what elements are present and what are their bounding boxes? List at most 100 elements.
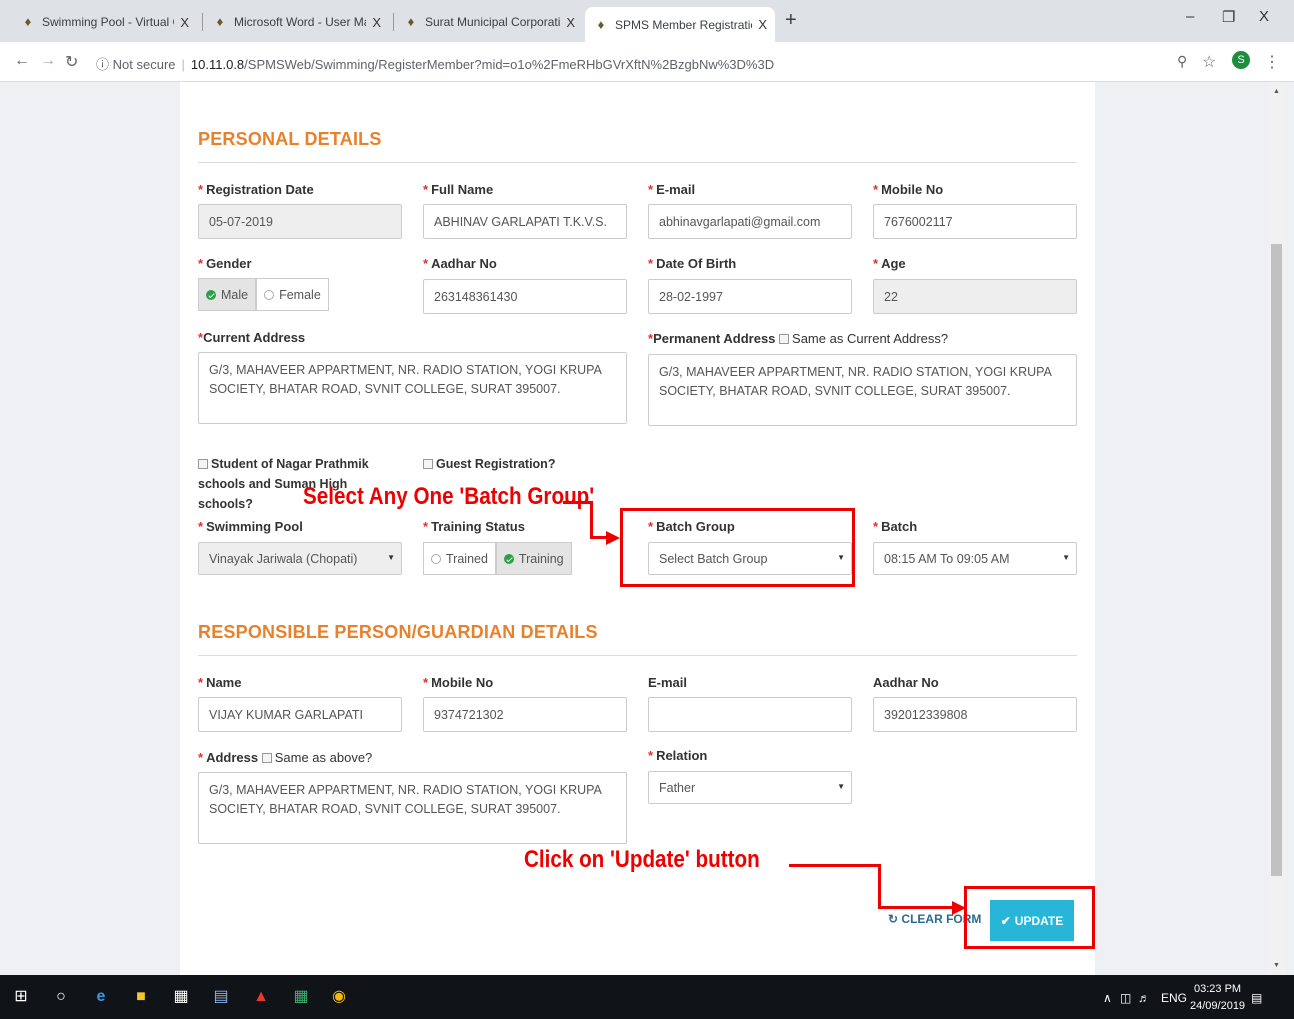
guardian-email-label: E-mail [648,675,688,690]
guardian-name-input[interactable]: VIJAY KUMAR GARLAPATI [198,697,402,732]
gender-male-radio[interactable]: Male [198,278,257,311]
maximize-icon[interactable]: ❐ [1222,8,1235,26]
aadhar-label: * Aadhar No [423,256,497,271]
tab-close-icon[interactable]: X [180,15,189,30]
same-as-above-checkbox[interactable] [261,753,272,763]
guest-checkbox-label[interactable]: Guest Registration? [423,454,555,474]
radio-checked-icon [503,553,514,564]
scrollbar-thumb[interactable] [1271,244,1282,876]
student-checkbox[interactable] [198,459,208,469]
full-name-input[interactable]: ABHINAV GARLAPATI T.K.V.S. [423,204,627,239]
system-clock[interactable]: 03:23 PM 24/09/2019 [1190,981,1245,1015]
tab-close-icon[interactable]: X [372,15,381,30]
swimming-pool-label: * Swimming Pool [198,519,303,534]
batch-group-highlight [620,508,855,587]
current-address-label: *Current Address [198,330,306,345]
browser-tab-active[interactable]: ♦ SPMS Member Registration :: Sur X [585,7,775,42]
same-address-checkbox[interactable] [779,334,790,344]
batch-select[interactable]: 08:15 AM To 09:05 AM ▼ [873,542,1077,575]
site-favicon-icon: ♦ [407,14,415,29]
permanent-address-label: *Permanent Address Same as Current Addre… [648,331,949,346]
edge-browser-icon[interactable]: e [90,986,112,1008]
mobile-label: * Mobile No [873,182,944,197]
permanent-address-textarea[interactable]: G/3, MAHAVEER APPARTMENT, NR. RADIO STAT… [648,354,1077,426]
zoom-icon[interactable]: ⚲ [1177,53,1187,70]
browser-tab-3[interactable]: ♦ Surat Municipal Corporation - Ap X [395,7,583,37]
forward-arrow-icon[interactable]: → [40,52,56,70]
batch-label: * Batch [873,519,918,534]
radio-unchecked-icon [431,553,441,564]
training-radio[interactable]: Training [495,542,572,575]
training-status-label: * Training Status [423,519,525,534]
network-icon[interactable]: ◫ [1120,991,1131,1005]
chrome-browser-icon[interactable]: ◉ [328,986,350,1008]
browser-tab-1[interactable]: ♦ Swimming Pool - Virtual Civic Ce X [12,7,197,37]
dob-input[interactable]: 28-02-1997 [648,279,852,314]
tab-title: Swimming Pool - Virtual Civic Ce [42,15,174,29]
back-arrow-icon[interactable]: ← [14,52,30,70]
swimming-pool-select[interactable]: Vinayak Jariwala (Chopati) ▼ [198,542,402,575]
scroll-up-icon[interactable]: ▲ [1273,88,1280,95]
annotation-line [590,501,593,539]
url-path: /SPMSWeb/Swimming/RegisterMember?mid=o1o… [244,57,775,72]
dropdown-arrow-icon: ▼ [1062,553,1070,562]
volume-icon[interactable]: ♬ [1138,991,1150,1005]
divider [198,655,1077,656]
tab-title: Microsoft Word - User Manual fo [234,15,366,29]
language-indicator[interactable]: ENG [1161,991,1187,1005]
windows-start-icon[interactable]: ⊞ [10,986,32,1008]
minimize-icon[interactable]: – [1186,8,1194,25]
email-input[interactable]: abhinavgarlapati@gmail.com [648,204,852,239]
annotation-line [878,906,954,909]
guardian-mobile-input[interactable]: 9374721302 [423,697,627,732]
relation-select[interactable]: Father ▼ [648,771,852,804]
profile-avatar[interactable]: S [1232,51,1250,69]
url-field[interactable]: ⓘ Not secure | 10.11.0.8/SPMSWeb/Swimming/… [96,54,774,73]
site-favicon-icon: ♦ [24,14,32,29]
calculator-icon[interactable]: ▦ [170,986,192,1008]
site-favicon-icon: ♦ [597,16,605,32]
tab-title: SPMS Member Registration :: Sur [615,17,752,32]
new-tab-button[interactable]: + [785,9,797,32]
tab-close-icon[interactable]: X [758,17,767,32]
browser-tab-2[interactable]: ♦ Microsoft Word - User Manual fo X [204,7,389,37]
training-status-radio-group: Trained Training [423,542,572,575]
security-status: Not secure [112,57,176,72]
tray-expand-icon[interactable]: ∧ [1103,991,1112,1005]
guest-checkbox[interactable] [423,459,433,469]
guardian-address-textarea[interactable]: G/3, MAHAVEER APPARTMENT, NR. RADIO STAT… [198,772,627,844]
mobile-input[interactable]: 7676002117 [873,204,1077,239]
tab-title: Surat Municipal Corporation - Ap [425,15,561,29]
current-address-textarea[interactable]: G/3, MAHAVEER APPARTMENT, NR. RADIO STAT… [198,352,627,424]
site-favicon-icon: ♦ [216,14,224,29]
gender-female-radio[interactable]: Female [256,278,329,311]
scroll-down-icon[interactable]: ▼ [1273,962,1280,969]
gender-radio-group: Male Female [198,278,329,311]
annotation-line [878,864,881,909]
trained-radio[interactable]: Trained [423,542,496,575]
guardian-aadhar-input[interactable]: 392012339808 [873,697,1077,732]
word-app-icon[interactable]: ▤ [210,986,232,1008]
clock-time: 03:23 PM [1193,983,1242,995]
info-icon[interactable]: ⓘ [96,57,109,72]
bookmark-star-icon[interactable]: ☆ [1202,52,1216,72]
window-close-icon[interactable]: X [1259,8,1269,25]
cortana-search-icon[interactable]: ○ [50,986,72,1008]
guardian-mobile-label: * Mobile No [423,675,494,690]
guardian-aadhar-label: Aadhar No [873,675,939,690]
batch-group-annotation: Select Any One 'Batch Group' [303,483,595,510]
annotation-line [563,501,592,504]
reload-icon[interactable]: ↻ [65,52,78,72]
file-explorer-icon[interactable]: ■ [130,986,152,1008]
tab-close-icon[interactable]: X [566,15,575,30]
registration-date-field: 05-07-2019 [198,204,402,239]
guardian-email-input[interactable] [648,697,852,732]
excel-app-icon[interactable]: ▦ [290,986,312,1008]
menu-kebab-icon[interactable]: ⋮ [1264,52,1280,72]
acrobat-reader-icon[interactable]: ▲ [250,986,272,1008]
notifications-icon[interactable]: ▤ [1251,991,1262,1005]
dob-label: * Date Of Birth [648,256,737,271]
guardian-name-label: * Name [198,675,242,690]
radio-checked-icon [206,289,216,300]
aadhar-input[interactable]: 263148361430 [423,279,627,314]
